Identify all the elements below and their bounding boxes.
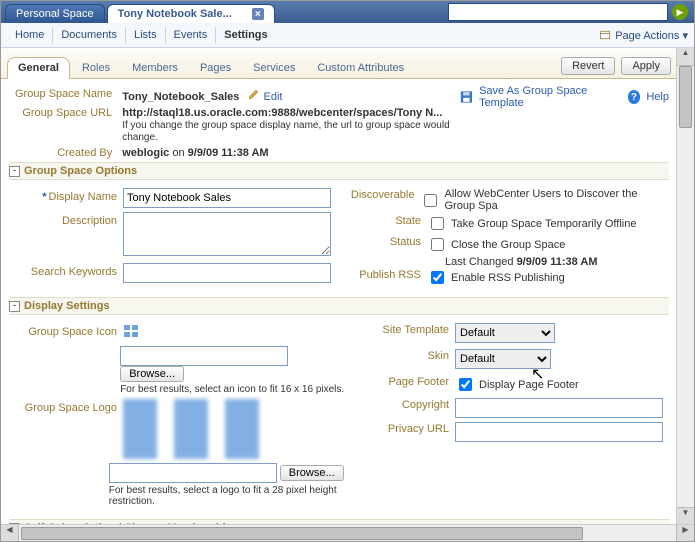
discoverable-label: Discoverable bbox=[349, 188, 420, 201]
save-icon bbox=[460, 90, 473, 104]
subtab-members[interactable]: Members bbox=[122, 58, 188, 78]
scroll-thumb-h[interactable] bbox=[21, 527, 583, 540]
site-template-label: Site Template bbox=[349, 323, 455, 336]
vertical-scrollbar[interactable]: ▲ ▼ bbox=[676, 48, 694, 525]
subtab-pages[interactable]: Pages bbox=[190, 58, 241, 78]
privacy-url-label: Privacy URL bbox=[349, 422, 455, 435]
menu-home[interactable]: Home bbox=[7, 29, 52, 41]
status-close-checkbox[interactable] bbox=[431, 238, 444, 251]
chevron-down-icon: ▾ bbox=[682, 30, 688, 42]
page-actions-icon bbox=[599, 29, 611, 41]
menu-events[interactable]: Events bbox=[166, 29, 216, 41]
search-input[interactable] bbox=[448, 3, 668, 21]
last-changed-label: Last Changed bbox=[445, 256, 517, 268]
status-text: Close the Group Space bbox=[451, 239, 565, 251]
help-link[interactable]: Help bbox=[646, 91, 669, 103]
menu-lists[interactable]: Lists bbox=[126, 29, 165, 41]
revert-button[interactable]: Revert bbox=[561, 57, 615, 75]
section-title: Display Settings bbox=[24, 300, 110, 312]
logo-browse-button[interactable]: Browse... bbox=[280, 465, 344, 481]
group-space-url-hint: If you change the group space display na… bbox=[122, 120, 449, 143]
collapse-toggle[interactable]: - bbox=[9, 301, 20, 312]
discoverable-checkbox[interactable] bbox=[424, 194, 437, 207]
icon-browse-button[interactable]: Browse... bbox=[120, 366, 184, 382]
section-group-space-options: - Group Space Options bbox=[9, 162, 669, 180]
icon-path-input[interactable] bbox=[120, 346, 288, 366]
page-actions-label: Page Actions bbox=[615, 30, 679, 42]
description-input[interactable] bbox=[123, 212, 331, 256]
created-by-sep: on bbox=[169, 147, 187, 159]
state-label: State bbox=[349, 214, 427, 227]
settings-subtabs: General Roles Members Pages Services Cus… bbox=[1, 48, 677, 79]
skin-label: Skin bbox=[349, 349, 455, 362]
discoverable-text: Allow WebCenter Users to Discover the Gr… bbox=[444, 188, 669, 212]
group-space-name-label: Group Space Name bbox=[11, 87, 116, 104]
group-space-url-label: Group Space URL bbox=[11, 106, 116, 144]
publish-rss-label: Publish RSS bbox=[349, 268, 427, 281]
edit-name-link[interactable]: Edit bbox=[264, 91, 283, 103]
rss-checkbox[interactable] bbox=[431, 271, 444, 284]
scroll-right-arrow[interactable]: ▶ bbox=[676, 525, 694, 542]
skin-select[interactable]: Default bbox=[455, 349, 551, 369]
group-space-name-value: Tony_Notebook_Sales bbox=[122, 91, 239, 103]
display-name-input[interactable] bbox=[123, 188, 331, 208]
save-as-template-link[interactable]: Save As Group Space Template bbox=[479, 85, 622, 109]
created-by-user: weblogic bbox=[122, 147, 169, 159]
search-go-button[interactable]: ▶ bbox=[672, 4, 688, 20]
group-space-logo-image bbox=[123, 399, 293, 459]
created-by-label: Created By bbox=[11, 146, 116, 160]
group-space-logo-label: Group Space Logo bbox=[9, 399, 123, 414]
menu-documents[interactable]: Documents bbox=[53, 29, 125, 41]
help-icon[interactable]: ? bbox=[628, 90, 641, 104]
section-display-settings: - Display Settings bbox=[9, 297, 669, 315]
display-name-label: Display Name bbox=[49, 191, 117, 203]
search-keywords-input[interactable] bbox=[123, 263, 331, 283]
top-tab-bar: Personal Space Tony Notebook Sale... × ▶ bbox=[1, 1, 694, 23]
scroll-thumb[interactable] bbox=[679, 66, 692, 128]
subtab-roles[interactable]: Roles bbox=[72, 58, 120, 78]
subtab-custom-attributes[interactable]: Custom Attributes bbox=[307, 58, 414, 78]
page-footer-checkbox[interactable] bbox=[459, 378, 472, 391]
group-space-icon-label: Group Space Icon bbox=[9, 323, 123, 338]
state-text: Take Group Space Temporarily Offline bbox=[451, 218, 636, 230]
pencil-icon bbox=[248, 88, 260, 100]
page-actions-menu[interactable]: Page Actions ▾ bbox=[615, 29, 688, 42]
created-by-time: 9/9/09 11:38 AM bbox=[188, 147, 269, 159]
close-icon[interactable]: × bbox=[252, 8, 264, 20]
icon-hint: For best results, select an icon to fit … bbox=[120, 384, 349, 395]
site-template-select[interactable]: Default bbox=[455, 323, 555, 343]
group-space-url-value: http://staql18.us.oracle.com:9888/webcen… bbox=[122, 107, 442, 119]
horizontal-scrollbar[interactable]: ◀ ▶ bbox=[1, 524, 694, 542]
scroll-down-arrow[interactable]: ▼ bbox=[677, 507, 694, 525]
logo-hint: For best results, select a logo to fit a… bbox=[109, 485, 349, 507]
tab-personal-space[interactable]: Personal Space bbox=[5, 4, 105, 23]
privacy-url-input[interactable] bbox=[455, 422, 663, 442]
menu-bar: Home Documents Lists Events Settings Pag… bbox=[1, 23, 694, 48]
menu-settings[interactable]: Settings bbox=[216, 29, 275, 41]
collapse-toggle[interactable]: - bbox=[9, 166, 20, 177]
page-footer-label: Page Footer bbox=[349, 375, 455, 388]
apply-button[interactable]: Apply bbox=[621, 57, 671, 75]
tab-current-space[interactable]: Tony Notebook Sale... × bbox=[107, 4, 275, 23]
tab-label: Personal Space bbox=[16, 8, 94, 20]
copyright-input[interactable] bbox=[455, 398, 663, 418]
scroll-up-arrow[interactable]: ▲ bbox=[677, 48, 694, 66]
description-label: Description bbox=[9, 212, 123, 227]
rss-text: Enable RSS Publishing bbox=[451, 272, 565, 284]
scroll-left-arrow[interactable]: ◀ bbox=[1, 525, 19, 542]
tab-label: Tony Notebook Sale... bbox=[118, 8, 232, 20]
status-label: Status bbox=[349, 235, 427, 248]
last-changed-value: 9/9/09 11:38 AM bbox=[517, 256, 598, 268]
subtab-services[interactable]: Services bbox=[243, 58, 305, 78]
group-space-icon-image bbox=[123, 323, 139, 339]
state-offline-checkbox[interactable] bbox=[431, 217, 444, 230]
subtab-general[interactable]: General bbox=[7, 57, 70, 79]
page-footer-text: Display Page Footer bbox=[479, 379, 579, 391]
logo-path-input[interactable] bbox=[109, 463, 277, 483]
search-keywords-label: Search Keywords bbox=[9, 263, 123, 278]
required-icon: * bbox=[42, 191, 46, 203]
copyright-label: Copyright bbox=[349, 398, 455, 411]
section-title: Group Space Options bbox=[24, 165, 137, 177]
